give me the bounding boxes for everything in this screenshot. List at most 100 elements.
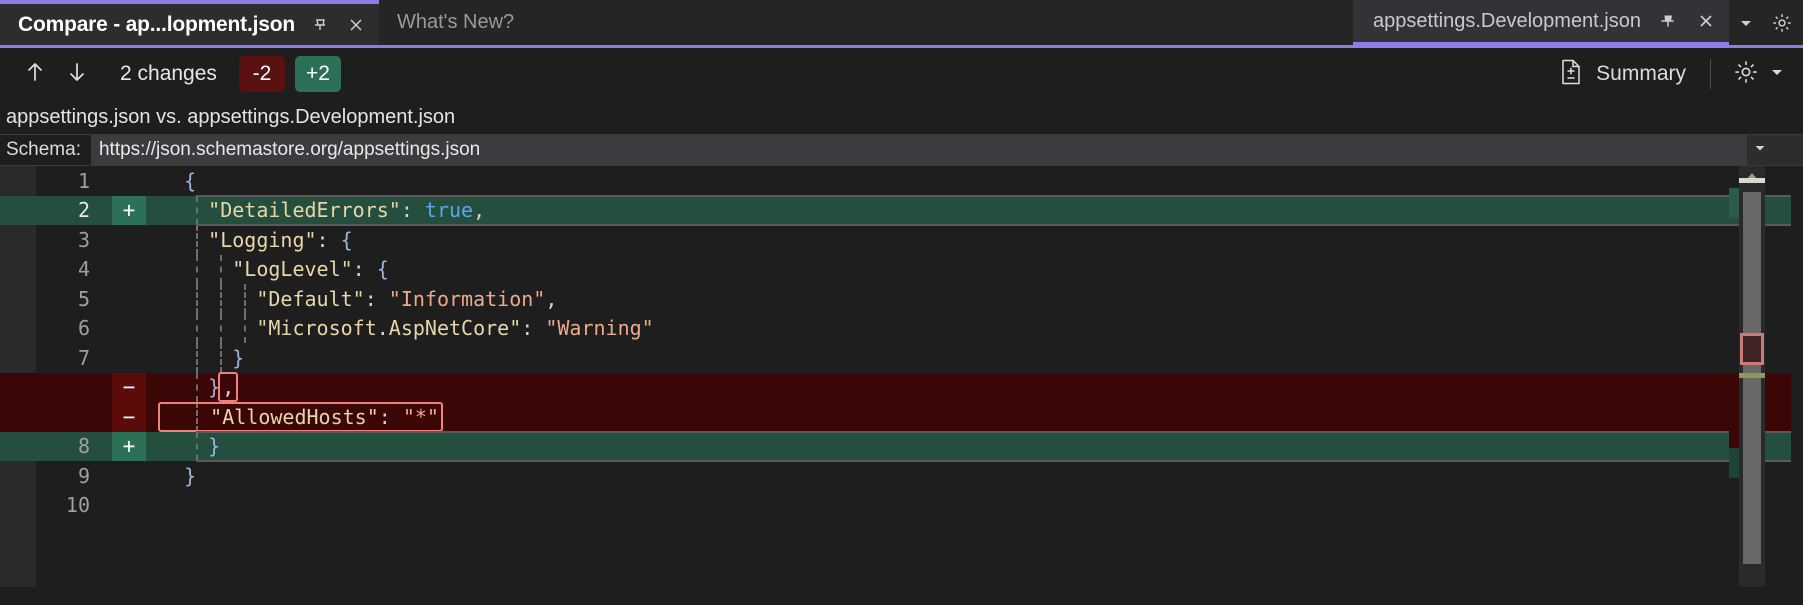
code-tokens: "Default": "Information", (160, 287, 557, 311)
close-icon[interactable] (1695, 10, 1717, 32)
next-change-button[interactable] (56, 54, 98, 94)
code-token: } (208, 434, 221, 459)
code-line-text: "Logging": { (146, 228, 1803, 252)
diff-editor: 1 {2 + "DetailedErrors": true, 3 "Logging"… (0, 166, 1803, 587)
schema-bar-padding (1773, 135, 1803, 165)
line-number: 1 (77, 168, 90, 193)
code-tokens: } (160, 464, 196, 488)
code-line-text: "Microsoft.AspNetCore": "Warning" (146, 316, 1803, 340)
code-token: , (545, 286, 558, 311)
compare-files-caption: appsettings.json vs. appsettings.Develop… (0, 100, 1803, 134)
scrollbar-selection-indicator (1740, 333, 1764, 365)
code-token: "DetailedErrors" (208, 198, 401, 223)
chevron-down-icon[interactable] (1735, 12, 1757, 34)
code-line[interactable]: 8 + } (0, 430, 1803, 462)
code-token: "Default" (256, 286, 365, 311)
line-number: 10 (65, 493, 90, 518)
removed-lines-badge[interactable]: -2 (238, 56, 285, 92)
pin-icon[interactable] (309, 14, 331, 36)
tab-bar: Compare - ap...lopment.json What's New? … (0, 0, 1803, 45)
vertical-scrollbar[interactable] (1739, 166, 1765, 587)
schema-dropdown-caret[interactable] (1747, 135, 1773, 165)
tab-whats-new[interactable]: What's New? (378, 0, 527, 45)
diff-settings-button[interactable] (1725, 59, 1793, 90)
line-number: 3 (77, 227, 90, 252)
compare-files-label: appsettings.json vs. appsettings.Develop… (6, 105, 456, 128)
chevron-down-icon (1769, 64, 1785, 85)
arrow-up-icon (22, 59, 48, 90)
code-token: : (521, 316, 534, 341)
toolbar-divider (1710, 59, 1711, 89)
code-token: { (184, 168, 197, 193)
gear-icon[interactable] (1771, 12, 1793, 34)
scroll-up-arrow-icon[interactable] (1739, 166, 1765, 188)
arrow-down-icon (64, 59, 90, 90)
summary-button[interactable]: Summary (1548, 53, 1696, 95)
code-line-text: "Default": "Information", (146, 287, 1803, 311)
code-line[interactable]: 2 + "DetailedErrors": true, (0, 194, 1803, 226)
code-line-text: "LogLevel": { (146, 257, 1803, 281)
code-line[interactable]: 10 (0, 491, 1803, 521)
tab-bar-spacer (526, 0, 1354, 45)
editor-right-edge (1791, 166, 1803, 587)
close-icon[interactable] (345, 14, 367, 36)
gear-icon (1733, 59, 1759, 90)
schema-dropdown[interactable]: https://json.schemastore.org/appsettings… (90, 135, 1747, 165)
line-marker-empty (112, 491, 146, 521)
code-token: "LogLevel" (232, 257, 353, 282)
code-line[interactable]: 4 "LogLevel": { (0, 254, 1803, 285)
line-marker-empty (112, 255, 146, 285)
code-line[interactable]: 1 { (0, 166, 1803, 196)
line-marker-empty (112, 461, 146, 491)
code-line[interactable]: 9 } (0, 461, 1803, 491)
code-lines-container[interactable]: 1 {2 + "DetailedErrors": true, 3 "Logging"… (0, 166, 1803, 587)
tab-compare-document[interactable]: Compare - ap...lopment.json (0, 0, 379, 45)
code-tokens: "Microsoft.AspNetCore": "Warning" (160, 316, 653, 341)
code-line[interactable]: − }, (0, 372, 1803, 403)
tab-whats-new-label: What's New? (396, 11, 515, 33)
changes-count-label: 2 changes (120, 62, 217, 85)
schema-bar: Schema: https://json.schemastore.org/app… (0, 134, 1803, 166)
previous-change-button[interactable] (14, 54, 56, 94)
code-token: } (232, 345, 245, 370)
code-tokens: "Logging": { (160, 228, 353, 252)
diff-viewer-window: Compare - ap...lopment.json What's New? … (0, 0, 1803, 605)
code-line[interactable]: 3 "Logging": { (0, 225, 1803, 255)
code-token: "*" (402, 404, 439, 429)
removed-segment (1729, 388, 1739, 448)
code-token: : (400, 198, 413, 223)
code-line[interactable]: 7 } (0, 343, 1803, 373)
removed-line-marker: − (112, 372, 146, 402)
scrollbar-thumb[interactable] (1743, 192, 1761, 564)
line-marker-empty (112, 343, 146, 373)
line-marker-empty (112, 314, 146, 344)
code-token: "Logging" (208, 227, 317, 252)
document-tab-appsettings-development[interactable]: appsettings.Development.json (1353, 0, 1729, 45)
code-tokens: } (160, 346, 244, 370)
code-token: : (378, 404, 391, 429)
added-lines-badge[interactable]: +2 (294, 56, 341, 92)
tab-bar-tools (1729, 0, 1803, 45)
code-token: : (364, 286, 377, 311)
code-line-text: "AllowedHosts": "*" (146, 401, 1803, 432)
line-number: 8 (77, 434, 90, 459)
chevron-down-icon (1753, 141, 1767, 160)
line-number: 6 (77, 316, 90, 341)
current-position-mark (1739, 178, 1765, 183)
tab-compare-label: Compare - ap...lopment.json (18, 12, 295, 36)
line-number: 9 (77, 463, 90, 488)
code-line[interactable]: − "AllowedHosts": "*" (0, 401, 1803, 432)
search-match-mark (1739, 373, 1765, 378)
code-line[interactable]: 6 "Microsoft.AspNetCore": "Warning" (0, 313, 1803, 344)
code-token: "Microsoft.AspNetCore" (256, 316, 522, 341)
pin-icon[interactable] (1657, 10, 1679, 32)
code-line[interactable]: 5 "Default": "Information", (0, 284, 1803, 314)
